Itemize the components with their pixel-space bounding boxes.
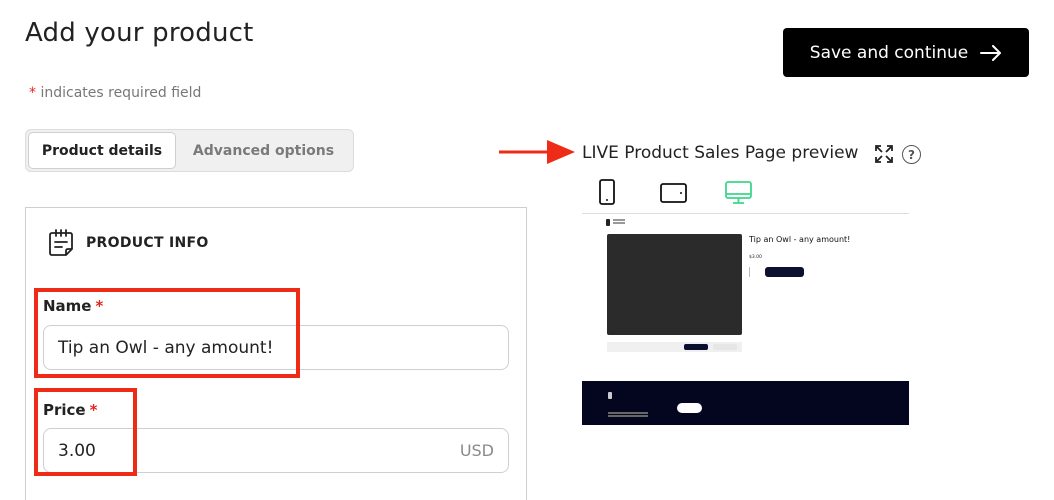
save-button-label: Save and continue [809, 42, 969, 63]
preview-logo-text [613, 219, 625, 221]
tab-advanced-options[interactable]: Advanced options [176, 132, 351, 169]
save-and-continue-button[interactable]: Save and continue [783, 28, 1029, 77]
required-field-note: * indicates required field [29, 85, 201, 101]
red-arrow-annotation [499, 140, 575, 164]
expand-icon[interactable] [875, 145, 893, 163]
desktop-icon[interactable] [725, 181, 752, 205]
mobile-icon[interactable] [598, 179, 616, 205]
tab-product-details[interactable]: Product details [28, 132, 176, 169]
name-highlight-box [34, 288, 300, 378]
preview-logo [606, 219, 610, 226]
preview-footer-button [677, 403, 702, 413]
product-info-header: PRODUCT INFO [46, 228, 209, 258]
arrow-right-icon [980, 44, 1002, 61]
preview-strip-button-dark [684, 344, 708, 350]
tab-bar: Product details Advanced options [25, 129, 354, 172]
preview-quantity [749, 267, 761, 277]
preview-product-title: Tip an Owl - any amount! [749, 235, 851, 244]
preview-footer-text-lines [608, 412, 648, 414]
page-title: Add your product [25, 18, 254, 48]
preview-title: LIVE Product Sales Page preview [582, 143, 859, 163]
section-title: PRODUCT INFO [86, 235, 209, 251]
required-star: * [29, 85, 36, 101]
required-note-text: indicates required field [40, 85, 202, 101]
preview-product-image [607, 234, 742, 335]
notepad-icon [49, 229, 73, 256]
preview-product-price: $3.00 [749, 255, 762, 260]
preview-buy-button [765, 267, 804, 277]
help-icon[interactable]: ? [902, 145, 921, 164]
preview-footer-logo [608, 392, 612, 399]
currency-suffix: USD [459, 441, 494, 460]
price-highlight-box [34, 388, 137, 476]
sales-page-preview[interactable]: Tip an Owl - any amount! $3.00 [582, 213, 909, 425]
tablet-icon[interactable] [660, 183, 687, 203]
preview-strip-button-light [713, 344, 737, 350]
preview-footer [582, 381, 909, 425]
preview-share-strip [607, 342, 742, 352]
